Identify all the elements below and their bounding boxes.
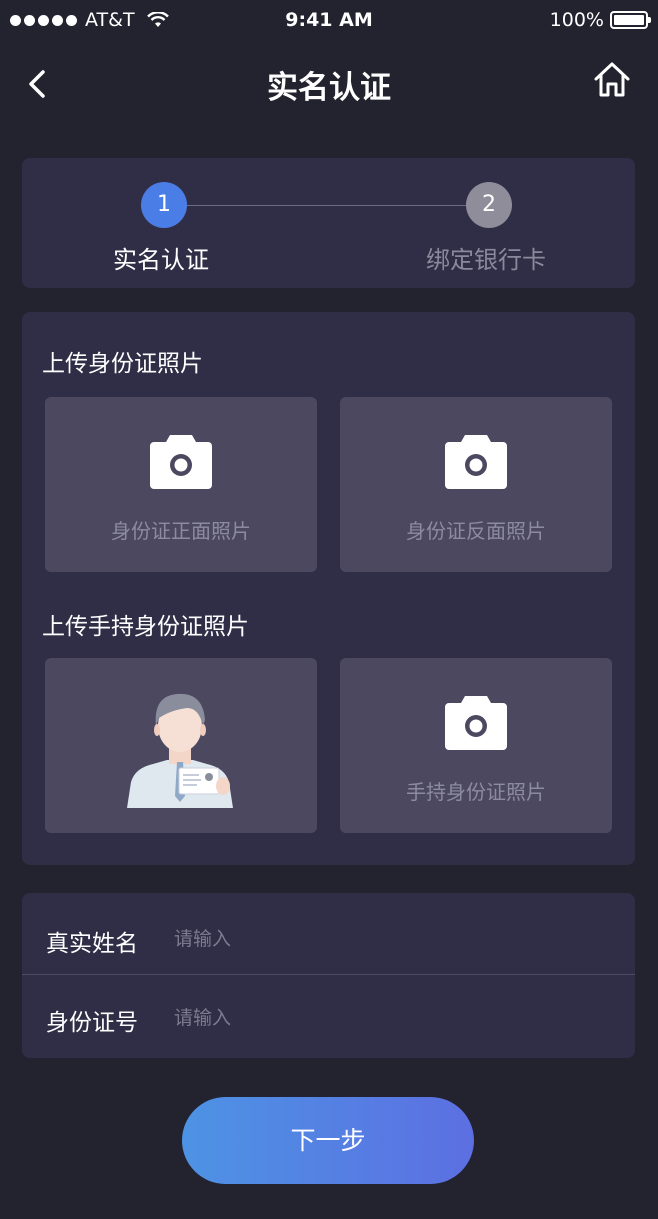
upload-card: 上传身份证照片 身份证正面照片 身份证反面照片 上传手持身份证照片 手持身份证照… bbox=[22, 312, 635, 865]
step-2-label: 绑定银行卡 bbox=[426, 246, 546, 274]
person-holding-id-illustration bbox=[127, 693, 233, 808]
next-step-button[interactable]: 下一步 bbox=[182, 1097, 474, 1184]
id-front-label: 身份证正面照片 bbox=[111, 519, 251, 543]
step-1-indicator: 1 bbox=[141, 182, 187, 228]
identity-form: 真实姓名 身份证号 bbox=[22, 893, 635, 1058]
handheld-section-title: 上传手持身份证照片 bbox=[42, 614, 249, 640]
status-right: 100% bbox=[549, 9, 651, 31]
handheld-upload[interactable]: 手持身份证照片 bbox=[340, 658, 612, 833]
handheld-label: 手持身份证照片 bbox=[406, 780, 546, 804]
status-bar: AT&T 9:41 AM 100% bbox=[0, 0, 658, 44]
id-front-upload[interactable]: 身份证正面照片 bbox=[45, 397, 317, 572]
real-name-row: 真实姓名 bbox=[22, 896, 635, 976]
step-progress: 1 2 实名认证 绑定银行卡 bbox=[22, 158, 635, 288]
nav-bar: 实名认证 bbox=[0, 44, 658, 128]
page-title: 实名认证 bbox=[267, 70, 391, 106]
id-photo-section-title: 上传身份证照片 bbox=[42, 351, 203, 377]
handheld-example bbox=[45, 658, 317, 833]
id-number-label: 身份证号 bbox=[46, 1010, 138, 1036]
real-name-label: 真实姓名 bbox=[46, 931, 138, 957]
camera-icon bbox=[150, 435, 212, 489]
step-1-label: 实名认证 bbox=[113, 246, 209, 274]
id-back-upload[interactable]: 身份证反面照片 bbox=[340, 397, 612, 572]
real-name-input[interactable] bbox=[174, 924, 594, 954]
id-back-label: 身份证反面照片 bbox=[406, 519, 546, 543]
id-number-row: 身份证号 bbox=[22, 975, 635, 1055]
step-2-indicator: 2 bbox=[466, 182, 512, 228]
battery-icon bbox=[610, 11, 651, 29]
home-icon[interactable] bbox=[592, 60, 632, 100]
step-connector bbox=[186, 205, 510, 206]
battery-percent: 100% bbox=[549, 9, 604, 31]
id-number-input[interactable] bbox=[174, 1003, 594, 1033]
camera-icon bbox=[445, 696, 507, 750]
camera-icon bbox=[445, 435, 507, 489]
